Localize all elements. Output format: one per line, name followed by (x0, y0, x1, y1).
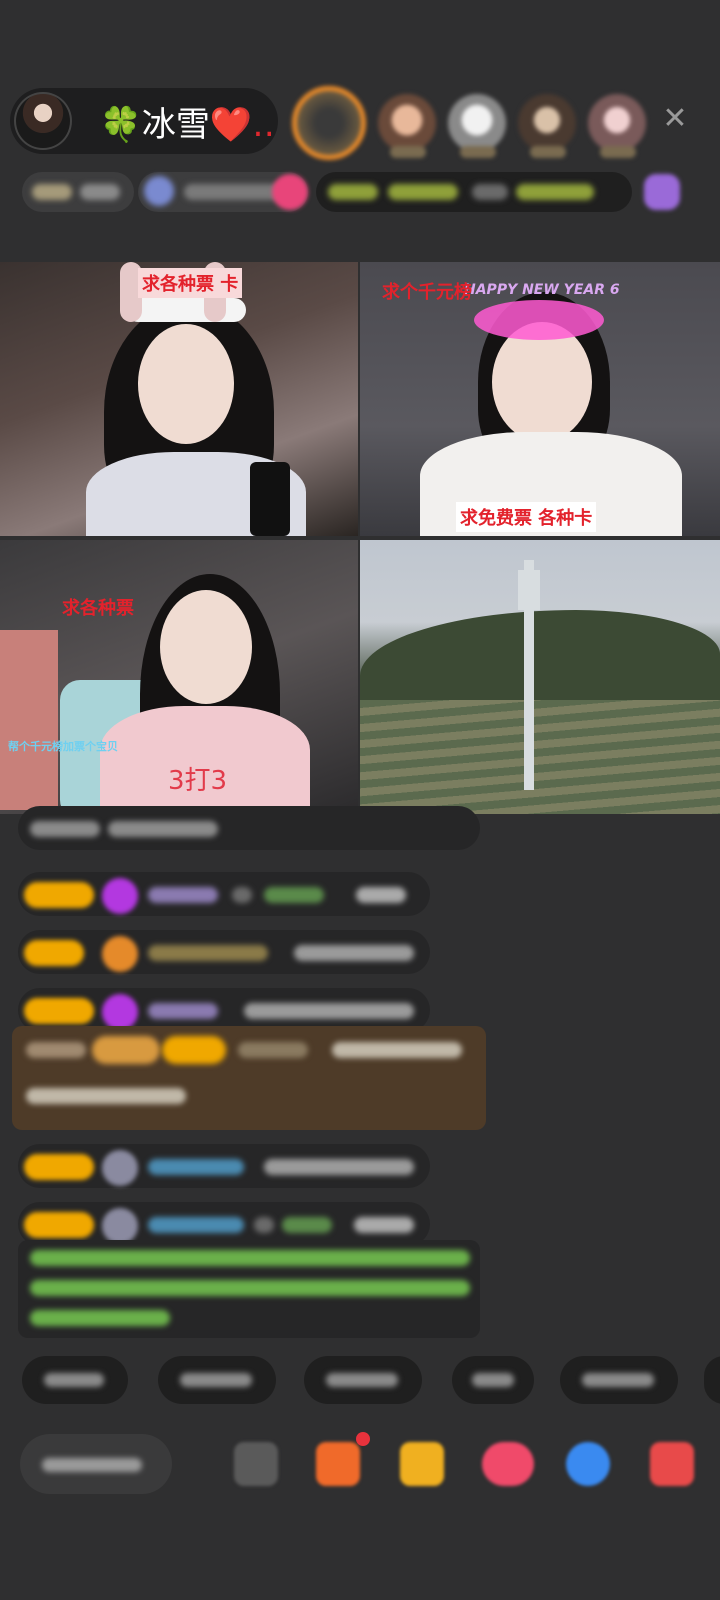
heart-icon: ❤️… (209, 104, 278, 145)
seat-2-tag: 求个千元榜 (382, 282, 472, 303)
seat-3-tag: 求各种票 (62, 598, 134, 619)
emoji-icon[interactable] (234, 1442, 278, 1486)
seat-2-bottom-tag: 求免费票 各种卡 (456, 502, 597, 532)
shop-icon[interactable] (316, 1442, 360, 1486)
clover-icon: 🍀 (99, 104, 142, 145)
seat-3-small-tag: 帮个千元榜加票个宝贝 (8, 740, 118, 753)
video-seat-1[interactable]: 求各种票 卡 (0, 262, 358, 536)
viewer-avatar[interactable] (378, 94, 436, 158)
viewer-avatar[interactable] (518, 94, 576, 158)
chat-message[interactable] (18, 872, 430, 916)
notification-dot (356, 1432, 370, 1446)
close-icon[interactable]: ✕ (660, 104, 690, 134)
host-name[interactable]: 🍀冰雪❤️… (100, 97, 278, 146)
video-seat-3[interactable]: 求各种票 帮个千元榜加票个宝贝 3打3 (0, 540, 358, 814)
quick-reply-chip[interactable] (560, 1356, 678, 1404)
rank-chip[interactable] (22, 172, 134, 212)
status-chip-row (0, 172, 720, 216)
neon-sign: HAPPY NEW YEAR 6 (464, 282, 620, 298)
seat-1-tag: 求各种票 卡 (138, 268, 243, 298)
viewer-avatar[interactable] (292, 86, 366, 160)
quick-reply-chip[interactable] (304, 1356, 422, 1404)
chat-message[interactable] (18, 806, 480, 850)
quick-reply-chip[interactable] (704, 1356, 720, 1404)
fire-icon[interactable] (272, 174, 308, 210)
bottom-toolbar (0, 1430, 720, 1510)
task-chip[interactable] (316, 172, 632, 212)
quick-reply-chip[interactable] (158, 1356, 276, 1404)
host-info-pill[interactable]: 🍀冰雪❤️… (10, 88, 278, 154)
system-notice (18, 1240, 480, 1338)
top-viewers-list (292, 86, 658, 160)
gift-icon[interactable] (650, 1442, 694, 1486)
host-name-text: 冰雪 (141, 104, 210, 145)
chat-message[interactable] (18, 1144, 430, 1188)
host-avatar[interactable] (14, 92, 72, 150)
game-icon[interactable] (566, 1442, 610, 1486)
video-seat-2[interactable]: HAPPY NEW YEAR 6 求个千元榜 求免费票 各种卡 (360, 262, 720, 536)
comment-input[interactable] (20, 1434, 172, 1494)
video-seat-4[interactable] (360, 540, 720, 814)
quick-reply-chip[interactable] (22, 1356, 128, 1404)
quick-reply-chip[interactable] (452, 1356, 534, 1404)
pk-icon[interactable] (482, 1442, 534, 1486)
highlight-message[interactable] (12, 1026, 486, 1130)
seat-3-big-text: 3打3 (168, 766, 228, 796)
quick-reply-row (0, 1356, 720, 1412)
viewer-avatar[interactable] (448, 94, 506, 158)
chat-message[interactable] (18, 930, 430, 974)
viewer-avatar[interactable] (588, 94, 646, 158)
gift-box-icon[interactable] (400, 1442, 444, 1486)
gift-icon[interactable] (644, 174, 680, 210)
